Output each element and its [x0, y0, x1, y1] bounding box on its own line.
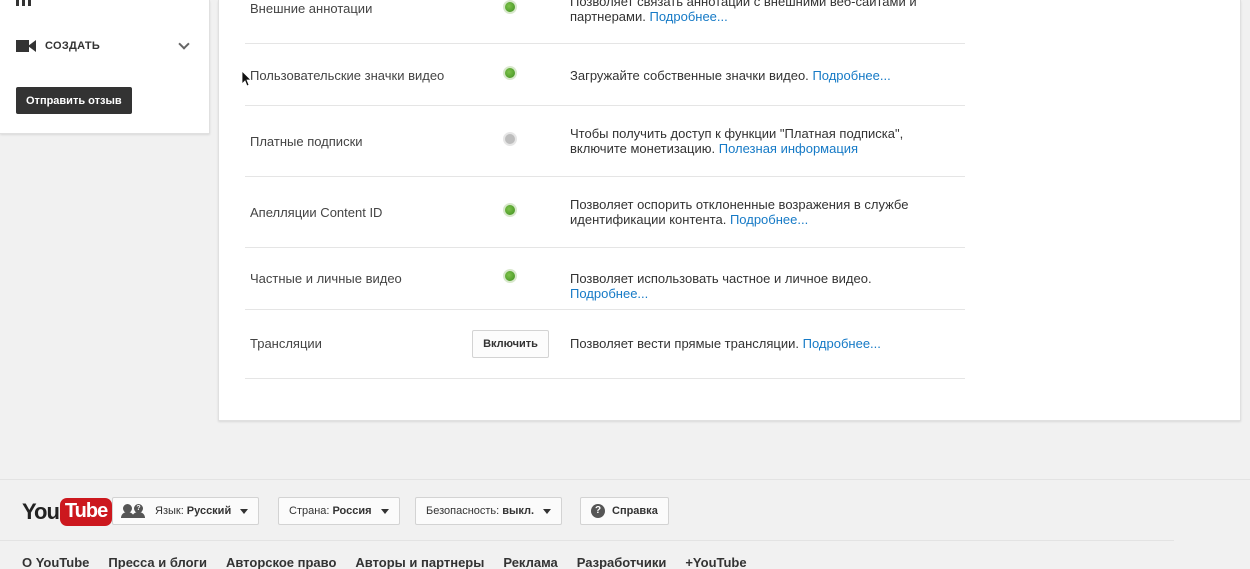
- feature-description: Позволяет оспорить отклоненные возражени…: [570, 197, 909, 227]
- feature-name: Платные подписки: [250, 134, 363, 149]
- status-enabled-icon: [503, 269, 517, 283]
- footer-link-press[interactable]: Пресса и блоги: [108, 555, 207, 569]
- youtube-logo[interactable]: You Tube: [22, 497, 113, 527]
- learn-more-link[interactable]: Подробнее...: [649, 9, 727, 24]
- feature-description: Загружайте собственные значки видео. Под…: [570, 68, 891, 83]
- guide-panel: СОЗДАТЬ Отправить отзыв: [0, 0, 210, 134]
- feature-name: Апелляции Content ID: [250, 205, 383, 220]
- mouse-cursor-icon: [242, 71, 252, 87]
- footer-link-advertising[interactable]: Реклама: [503, 555, 557, 569]
- enable-button[interactable]: Включить: [472, 330, 549, 358]
- send-feedback-button[interactable]: Отправить отзыв: [16, 87, 132, 114]
- footer-link-about[interactable]: О YouTube: [22, 555, 89, 569]
- footer-divider: [0, 540, 1174, 541]
- caret-down-icon: [380, 508, 389, 514]
- status-enabled-icon: [503, 66, 517, 80]
- chevron-down-icon[interactable]: [178, 38, 190, 50]
- footer-links: О YouTube Пресса и блоги Авторское право…: [22, 555, 747, 569]
- learn-more-link[interactable]: Подробнее...: [803, 336, 881, 351]
- guide-create-item[interactable]: СОЗДАТЬ: [16, 36, 194, 56]
- feature-row-live-streaming: Трансляции Включить Позволяет вести прям…: [245, 310, 965, 379]
- status-enabled-icon: [503, 0, 517, 14]
- learn-more-link[interactable]: Подробнее...: [730, 212, 808, 227]
- help-question-icon: ?: [591, 504, 605, 518]
- caret-down-icon: [543, 508, 552, 514]
- feature-row-content-id-appeals: Апелляции Content ID Позволяет оспорить …: [245, 177, 965, 248]
- feature-name: Частные и личные видео: [250, 271, 402, 286]
- useful-info-link[interactable]: Полезная информация: [719, 141, 858, 156]
- footer: You Tube ? Язык: Русский Страна: Россия …: [0, 479, 1250, 569]
- caret-down-icon: [240, 508, 249, 514]
- feature-description: Позволяет вести прямые трансляции. Подро…: [570, 336, 881, 351]
- feature-row-custom-thumbnails: Пользовательские значки видео Загружайте…: [245, 44, 965, 106]
- library-icon[interactable]: [16, 0, 34, 6]
- create-label: СОЗДАТЬ: [45, 40, 101, 52]
- help-button[interactable]: ? Справка: [580, 497, 669, 525]
- footer-link-developers[interactable]: Разработчики: [577, 555, 667, 569]
- status-enabled-icon: [503, 203, 517, 217]
- feature-description: Позволяет использовать частное и личное …: [570, 271, 872, 301]
- video-camera-icon: [16, 39, 36, 53]
- language-people-icon: ?: [121, 504, 149, 518]
- features-card: Внешние аннотации Позволяет связать анно…: [218, 0, 1241, 421]
- footer-link-copyright[interactable]: Авторское право: [226, 555, 336, 569]
- footer-link-plus-youtube[interactable]: +YouTube: [685, 555, 746, 569]
- learn-more-link[interactable]: Подробнее...: [570, 286, 648, 301]
- status-disabled-icon: [503, 132, 517, 146]
- feature-name: Внешние аннотации: [250, 1, 373, 16]
- footer-link-creators[interactable]: Авторы и партнеры: [355, 555, 484, 569]
- feature-row-external-annotations: Внешние аннотации Позволяет связать анно…: [245, 0, 965, 44]
- feature-row-private-videos: Частные и личные видео Позволяет использ…: [245, 248, 965, 310]
- feature-name: Трансляции: [250, 336, 322, 351]
- feature-row-paid-subscriptions: Платные подписки Чтобы получить доступ к…: [245, 106, 965, 177]
- country-picker-button[interactable]: Страна: Россия: [278, 497, 400, 525]
- learn-more-link[interactable]: Подробнее...: [812, 68, 890, 83]
- feature-name: Пользовательские значки видео: [250, 68, 445, 83]
- safety-mode-button[interactable]: Безопасность: выкл.: [415, 497, 563, 525]
- feature-description: Позволяет связать аннотации с внешними в…: [570, 0, 917, 24]
- feature-description: Чтобы получить доступ к функции "Платная…: [570, 126, 904, 156]
- language-picker-button[interactable]: ? Язык: Русский: [112, 497, 260, 525]
